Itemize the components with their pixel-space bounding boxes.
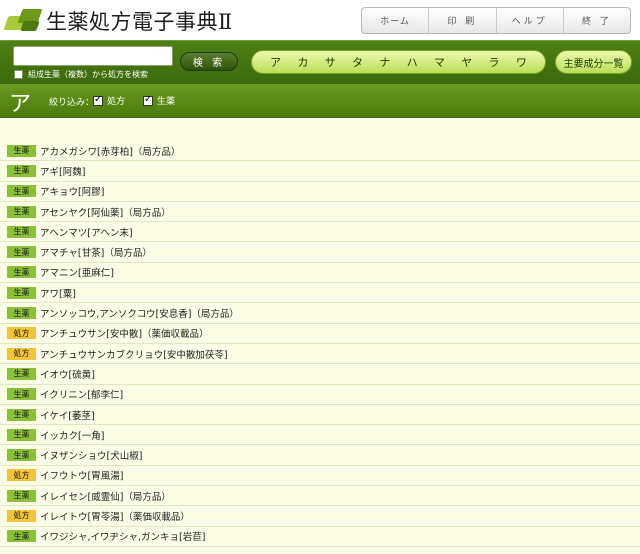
kana-tab-ra[interactable]: ラ	[484, 54, 504, 70]
list-item[interactable]: 生薬 アマチャ[甘茶]（局方品）	[0, 242, 640, 263]
item-name-link[interactable]: イオウ[硫黄]	[40, 367, 95, 381]
list-item[interactable]: 生薬 イヌザンショウ[犬山椒]	[0, 445, 640, 466]
list-item[interactable]: 生薬 アヘンマツ[アヘン末]	[0, 222, 640, 243]
current-kana-heading: ア	[9, 92, 32, 117]
filter-label: 絞り込み：	[49, 98, 95, 108]
item-name-link[interactable]: アセンヤク[阿仙薬]（局方品）	[40, 205, 171, 219]
item-name-link[interactable]: アキョウ[阿膠]	[40, 184, 104, 198]
help-button[interactable]: ヘルプ	[495, 8, 563, 33]
kana-tab-ta[interactable]: タ	[348, 54, 368, 70]
list-item[interactable]: 生薬 イケイ[萎茎]	[0, 405, 640, 426]
kana-tab-ma[interactable]: マ	[429, 54, 449, 70]
herb-badge: 生薬	[7, 367, 36, 380]
herb-filter-label: 生薬	[157, 97, 176, 107]
list-item[interactable]: 生薬 イレイセン[威霊仙]（局方品）	[0, 486, 640, 507]
herb-badge: 生薬	[7, 449, 36, 462]
checkbox-box[interactable]	[93, 94, 103, 106]
search-input[interactable]	[13, 46, 173, 66]
item-name-link[interactable]: イケイ[萎茎]	[40, 408, 95, 422]
exit-button[interactable]: 終 了	[562, 8, 630, 33]
prescription-filter-checkbox[interactable]: 処方	[93, 94, 125, 107]
list-item[interactable]: 生薬 アセンヤク[阿仙薬]（局方品）	[0, 202, 640, 223]
list-item[interactable]: 処方 アンチュウサンカブクリョウ[安中散加茯苓]	[0, 344, 640, 365]
item-name-link[interactable]: アマチャ[甘茶]（局方品）	[40, 245, 152, 259]
list-item[interactable]: 生薬 イッカク[一角]	[0, 425, 640, 446]
combo-search-checkbox[interactable]: 組成生薬（複数）から処方を検索	[14, 69, 148, 80]
kana-tab-ha[interactable]: ハ	[402, 54, 422, 70]
herb-badge: 生薬	[7, 185, 36, 198]
herb-badge: 生薬	[7, 144, 36, 157]
item-name-link[interactable]: アンチュウサンカブクリョウ[安中散加茯苓]	[40, 347, 228, 361]
herb-badge: 生薬	[7, 225, 36, 238]
kana-tab-wa[interactable]: ワ	[511, 54, 531, 70]
list-item[interactable]: 生薬 アカメガシワ[赤芽柏]（局方品）	[0, 141, 640, 162]
kana-index-bar: ア カ サ タ ナ ハ マ ヤ ラ ワ	[251, 50, 546, 74]
herb-badge: 生薬	[7, 428, 36, 441]
top-nav: ホーム 印 刷 ヘルプ 終 了	[361, 7, 631, 34]
item-name-link[interactable]: アマニン[亜麻仁]	[40, 265, 114, 279]
app-title: 生薬処方電子事典Ⅱ	[46, 10, 233, 34]
search-button[interactable]: 検 索	[180, 52, 238, 71]
item-name-link[interactable]: イレイセン[威霊仙]（局方品）	[40, 489, 171, 503]
herb-badge: 生薬	[7, 307, 36, 320]
list-item[interactable]: 生薬 イワジシャ,イワヂシャ,ガンキョ[岩苣]	[0, 527, 640, 547]
herb-badge: 生薬	[7, 246, 36, 259]
item-name-link[interactable]: イワジシャ,イワヂシャ,ガンキョ[岩苣]	[40, 529, 205, 543]
list-item[interactable]: 生薬 アンソッコウ,アンソクコウ[安息香]（局方品）	[0, 303, 640, 324]
list-item[interactable]: 生薬 アギ[阿魏]	[0, 161, 640, 182]
list-item[interactable]: 生薬 イクリニン[郁李仁]	[0, 385, 640, 405]
app-window: 生薬処方電子事典Ⅱ ホーム 印 刷 ヘルプ 終 了 検 索 組成生薬（複数）から…	[0, 0, 640, 554]
list-item[interactable]: 生薬 アワ[粟]	[0, 283, 640, 304]
results-area: 生薬 アカメガシワ[赤芽柏]（局方品） 生薬 アギ[阿魏] 生薬 アキョウ[阿膠] 生薬 アセ…	[0, 119, 640, 554]
item-name-link[interactable]: イクリニン[郁李仁]	[40, 387, 123, 401]
list-item[interactable]: 生薬 アマニン[亜麻仁]	[0, 263, 640, 284]
filter-bar: ア 絞り込み： 処方 生薬	[0, 84, 640, 118]
kana-tab-na[interactable]: ナ	[375, 54, 395, 70]
prescription-badge: 処方	[7, 347, 36, 360]
prescription-badge: 処方	[7, 327, 36, 340]
home-button[interactable]: ホーム	[362, 8, 428, 33]
herb-badge: 生薬	[7, 489, 36, 502]
search-toolbar: 検 索 組成生薬（複数）から処方を検索 ア カ サ タ ナ ハ マ ヤ ラ ワ …	[0, 40, 640, 84]
prescription-badge: 処方	[7, 509, 36, 522]
herb-badge: 生薬	[7, 205, 36, 218]
checkbox-box[interactable]	[14, 70, 23, 79]
checkbox-box[interactable]	[143, 94, 153, 106]
herb-badge: 生薬	[7, 388, 36, 401]
item-name-link[interactable]: アンソッコウ,アンソクコウ[安息香]（局方品）	[40, 306, 239, 320]
item-name-link[interactable]: イッカク[一角]	[40, 428, 104, 442]
herb-badge: 生薬	[7, 266, 36, 279]
list-item[interactable]: 生薬 アキョウ[阿膠]	[0, 182, 640, 202]
prescription-badge: 処方	[7, 469, 36, 482]
prescription-filter-label: 処方	[107, 97, 126, 107]
list-item[interactable]: 処方 イレイトウ[胃苓湯]（薬価収載品）	[0, 506, 640, 527]
kana-tab-ya[interactable]: ヤ	[457, 54, 477, 70]
herb-badge: 生薬	[7, 286, 36, 299]
item-name-link[interactable]: アンチュウサン[安中散]（薬価収載品）	[40, 326, 209, 340]
results-list: 生薬 アカメガシワ[赤芽柏]（局方品） 生薬 アギ[阿魏] 生薬 アキョウ[阿膠] 生薬 アセ…	[0, 141, 640, 547]
kana-tab-a[interactable]: ア	[266, 54, 286, 70]
item-name-link[interactable]: アワ[粟]	[40, 286, 76, 300]
herb-filter-checkbox[interactable]: 生薬	[143, 94, 175, 107]
herb-badge: 生薬	[7, 530, 36, 543]
item-name-link[interactable]: イレイトウ[胃苓湯]（薬価収載品）	[40, 509, 190, 523]
header: 生薬処方電子事典Ⅱ ホーム 印 刷 ヘルプ 終 了	[0, 0, 640, 40]
combo-search-label: 組成生薬（複数）から処方を検索	[28, 70, 148, 79]
list-item[interactable]: 処方 イフウトウ[胃風湯]	[0, 466, 640, 487]
list-item[interactable]: 処方 アンチュウサン[安中散]（薬価収載品）	[0, 324, 640, 344]
kana-tab-sa[interactable]: サ	[320, 54, 340, 70]
item-name-link[interactable]: イフウトウ[胃風湯]	[40, 468, 123, 482]
list-item[interactable]: 生薬 イオウ[硫黄]	[0, 364, 640, 385]
item-name-link[interactable]: イヌザンショウ[犬山椒]	[40, 448, 142, 462]
item-name-link[interactable]: アカメガシワ[赤芽柏]（局方品）	[40, 144, 180, 158]
item-name-link[interactable]: アギ[阿魏]	[40, 164, 85, 178]
kana-tab-ka[interactable]: カ	[293, 54, 313, 70]
main-ingredients-button[interactable]: 主要成分一覧	[555, 50, 632, 74]
herb-badge: 生薬	[7, 408, 36, 421]
logo-icon	[3, 7, 43, 33]
print-button[interactable]: 印 刷	[428, 8, 495, 33]
herb-badge: 生薬	[7, 164, 36, 177]
item-name-link[interactable]: アヘンマツ[アヘン末]	[40, 225, 133, 239]
